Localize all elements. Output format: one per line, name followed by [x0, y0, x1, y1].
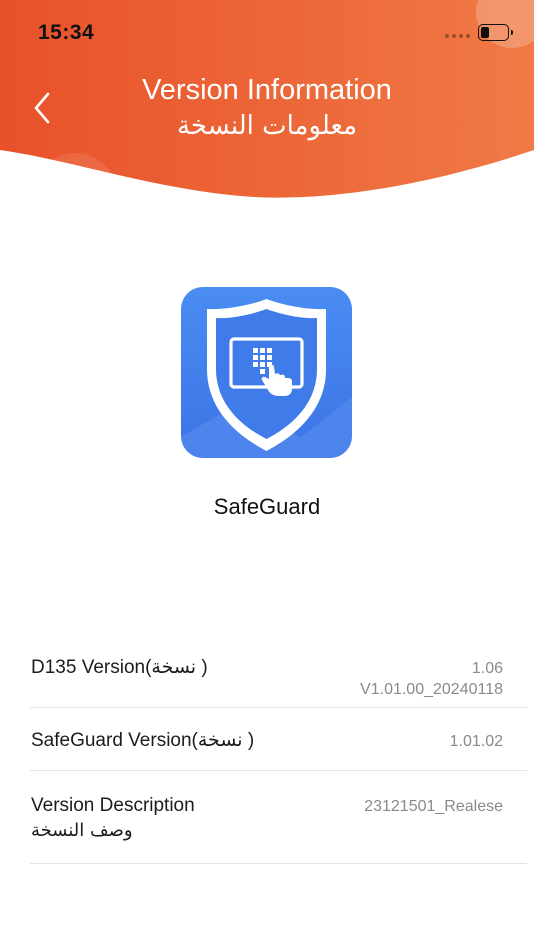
- row-value: 23121501_Realese: [364, 798, 503, 815]
- list-item-safeguard-version: SafeGuard Version(نسخة ) 1.01.02: [30, 708, 527, 771]
- version-info-list: D135 Version(نسخة ) 1.06 V1.01.00_202401…: [30, 640, 527, 864]
- battery-icon: [478, 24, 513, 41]
- list-item-version-description: Version Description وصف النسخة 23121501_…: [30, 771, 527, 864]
- row-label: D135 Version(نسخة ): [31, 657, 208, 678]
- status-time: 15:34: [38, 21, 95, 44]
- row-value: 1.06 V1.01.00_20240118: [360, 660, 503, 698]
- row-label: Version Description: [31, 795, 195, 816]
- list-item-d135-version: D135 Version(نسخة ) 1.06 V1.01.00_202401…: [30, 640, 527, 708]
- app-icon: [181, 287, 352, 458]
- page-title: Version Information: [142, 74, 392, 106]
- app-name: SafeGuard: [213, 494, 321, 519]
- row-sublabel: وصف النسخة: [31, 820, 133, 841]
- row-value: 1.01.02: [449, 733, 503, 750]
- page-title-arabic: معلومات النسخة: [176, 111, 357, 141]
- shield-keypad-icon: [181, 287, 352, 458]
- row-label: SafeGuard Version(نسخة ): [31, 730, 255, 751]
- signal-icon: [445, 34, 470, 38]
- header: 15:34 Version Information معلومات النسخة: [0, 0, 534, 205]
